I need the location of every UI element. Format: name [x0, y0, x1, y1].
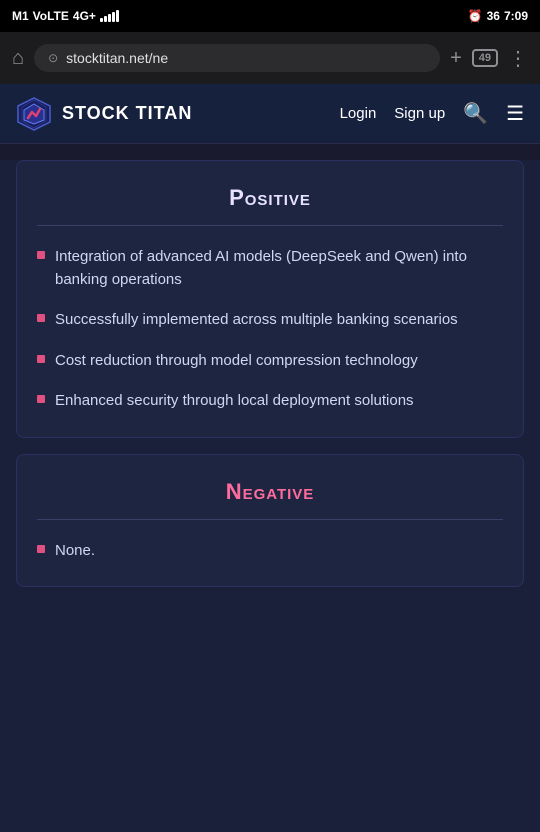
search-icon[interactable]: 🔍 — [463, 101, 488, 126]
signal-bar-5 — [116, 10, 119, 22]
bullet-icon — [37, 395, 45, 403]
negative-list: None. — [37, 540, 503, 563]
negative-item-1: None. — [55, 540, 95, 563]
signup-link[interactable]: Sign up — [394, 105, 445, 122]
bullet-icon — [37, 545, 45, 553]
list-item: Integration of advanced AI models (DeepS… — [37, 246, 503, 291]
security-icon: ⊙ — [48, 51, 58, 65]
bullet-icon — [37, 355, 45, 363]
positive-item-4: Enhanced security through local deployme… — [55, 390, 414, 413]
signal-bar-3 — [108, 14, 111, 22]
list-item: Cost reduction through model compression… — [37, 350, 503, 373]
url-bar[interactable]: ⊙ stocktitan.net/ne — [34, 44, 440, 72]
network-type-label: 4G+ — [73, 9, 96, 23]
positive-item-3: Cost reduction through model compression… — [55, 350, 418, 373]
alarm-icon: ⏰ — [468, 9, 483, 23]
nav-logo: STOCK TITAN — [16, 96, 192, 132]
positive-item-2: Successfully implemented across multiple… — [55, 309, 458, 332]
status-left: M1 VoLTE 4G+ — [12, 9, 119, 23]
time-label: 7:09 — [504, 9, 528, 23]
battery-label: 36 — [487, 9, 500, 23]
positive-section: Positive Integration of advanced AI mode… — [16, 160, 524, 438]
status-right: ⏰ 36 7:09 — [468, 9, 528, 23]
home-icon[interactable]: ⌂ — [12, 47, 24, 70]
positive-list: Integration of advanced AI models (DeepS… — [37, 246, 503, 413]
add-tab-icon[interactable]: + — [450, 47, 462, 70]
volte-label: VoLTE — [33, 9, 69, 23]
signal-bars — [100, 10, 119, 22]
bullet-icon — [37, 314, 45, 322]
brand-name: STOCK TITAN — [62, 103, 192, 124]
positive-title: Positive — [37, 185, 503, 211]
nav-bar: STOCK TITAN Login Sign up 🔍 ☰ — [0, 84, 540, 144]
logo-icon — [16, 96, 52, 132]
positive-item-1: Integration of advanced AI models (DeepS… — [55, 246, 503, 291]
tab-count-badge[interactable]: 49 — [472, 49, 498, 67]
signal-bar-4 — [112, 12, 115, 22]
signal-bar-2 — [104, 16, 107, 22]
list-item: None. — [37, 540, 503, 563]
carrier-label: M1 — [12, 9, 29, 23]
signal-bar-1 — [100, 18, 103, 22]
list-item: Successfully implemented across multiple… — [37, 309, 503, 332]
positive-divider — [37, 225, 503, 226]
negative-section: Negative None. — [16, 454, 524, 588]
url-text: stocktitan.net/ne — [66, 50, 168, 66]
list-item: Enhanced security through local deployme… — [37, 390, 503, 413]
negative-divider — [37, 519, 503, 520]
menu-icon[interactable]: ☰ — [506, 101, 524, 126]
more-options-icon[interactable]: ⋮ — [508, 46, 528, 71]
status-bar: M1 VoLTE 4G+ ⏰ 36 7:09 — [0, 0, 540, 32]
main-content: Positive Integration of advanced AI mode… — [0, 160, 540, 832]
login-link[interactable]: Login — [340, 105, 377, 122]
browser-bar: ⌂ ⊙ stocktitan.net/ne + 49 ⋮ — [0, 32, 540, 84]
nav-links: Login Sign up 🔍 ☰ — [340, 101, 524, 126]
negative-title: Negative — [37, 479, 503, 505]
bullet-icon — [37, 251, 45, 259]
